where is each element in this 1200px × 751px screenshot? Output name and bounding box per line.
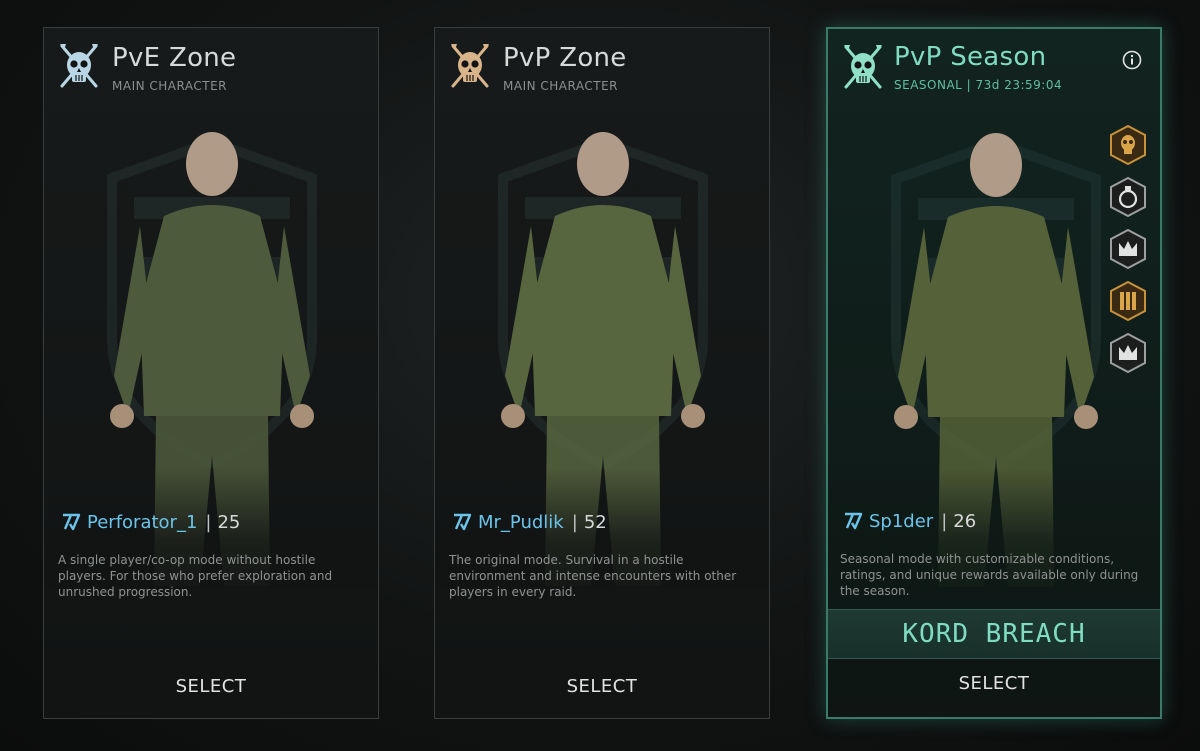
mode-title: PvP Zone xyxy=(503,43,627,73)
mode-card-pvp[interactable]: PvP Zone MAIN CHARACTER Mr_Pudlik | 52 T… xyxy=(434,27,770,719)
player-info: Sp1der | 26 xyxy=(843,509,976,533)
crown-badge-icon[interactable] xyxy=(1109,229,1147,269)
player-name: Mr_Pudlik xyxy=(478,511,564,533)
player-name: Sp1der xyxy=(869,510,934,532)
mode-description: Seasonal mode with customizable conditio… xyxy=(840,552,1139,598)
player-name: Perforator_1 xyxy=(87,511,198,533)
rank-icon xyxy=(843,511,863,531)
player-separator: | xyxy=(571,511,578,533)
mode-subtitle: MAIN CHARACTER xyxy=(112,79,227,93)
mode-description: The original mode. Survival in a hostile… xyxy=(449,553,737,599)
skull-crossed-knives-icon xyxy=(447,42,493,92)
player-separator: | xyxy=(205,511,212,533)
mode-title: PvE Zone xyxy=(112,43,237,73)
player-level: 25 xyxy=(217,511,241,533)
select-button[interactable]: SELECT xyxy=(828,657,1160,717)
player-info: Perforator_1 | 25 xyxy=(61,510,240,534)
player-info: Mr_Pudlik | 52 xyxy=(452,510,607,534)
stripes-badge-icon[interactable] xyxy=(1109,281,1147,321)
mode-card-pve[interactable]: PvE Zone MAIN CHARACTER Perforator_1 | 2… xyxy=(43,27,379,719)
info-icon[interactable] xyxy=(1122,50,1142,70)
skull-crossed-knives-icon xyxy=(56,42,102,92)
select-button[interactable]: SELECT xyxy=(44,658,378,718)
mode-card-pvp-season[interactable]: PvP Season SEASONAL | 73d 23:59:04 Sp1de… xyxy=(826,27,1162,719)
rank-icon xyxy=(452,512,472,532)
player-separator: | xyxy=(941,510,948,532)
player-level: 52 xyxy=(583,511,607,533)
crown-badge-icon[interactable] xyxy=(1109,333,1147,373)
mode-title: PvP Season xyxy=(894,42,1047,72)
mode-subtitle: MAIN CHARACTER xyxy=(503,79,618,93)
skull-badge-icon[interactable] xyxy=(1109,125,1147,165)
season-badges xyxy=(1109,125,1147,385)
mode-subtitle: SEASONAL | 73d 23:59:04 xyxy=(894,78,1063,92)
select-button[interactable]: SELECT xyxy=(435,658,769,718)
skull-crossed-knives-icon xyxy=(840,43,886,93)
mode-description: A single player/co-op mode without hosti… xyxy=(58,553,333,599)
rank-icon xyxy=(61,512,81,532)
season-name-banner: KORD BREACH xyxy=(828,609,1160,659)
grenade-badge-icon[interactable] xyxy=(1109,177,1147,217)
player-level: 26 xyxy=(953,510,977,532)
